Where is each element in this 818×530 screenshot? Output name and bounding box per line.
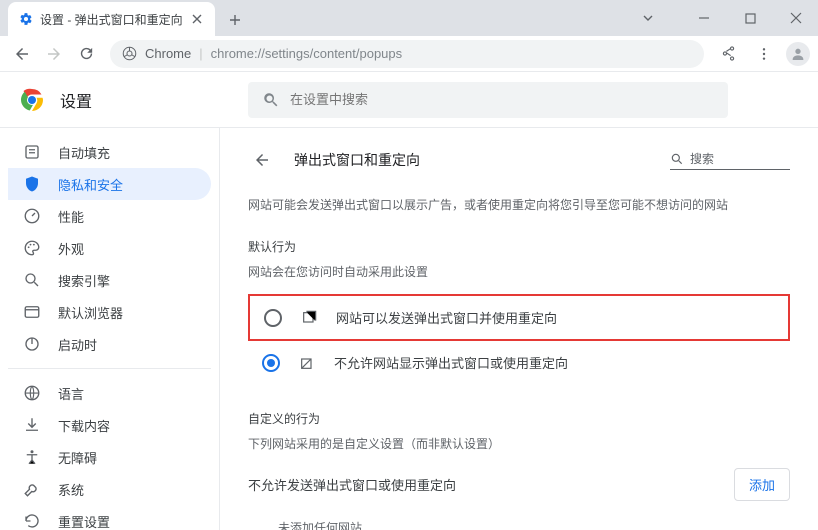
sidebar-item-performance[interactable]: 性能 bbox=[8, 200, 211, 232]
share-icon[interactable] bbox=[714, 40, 742, 68]
radio-button-checked[interactable] bbox=[262, 354, 280, 372]
palette-icon bbox=[22, 238, 42, 258]
empty-list-text: 未添加任何网站 bbox=[248, 519, 790, 530]
content-back-button[interactable] bbox=[248, 146, 276, 174]
sidebar-label: 性能 bbox=[58, 207, 84, 226]
back-button[interactable] bbox=[8, 40, 36, 68]
window-titlebar: 设置 - 弹出式窗口和重定向 bbox=[0, 0, 818, 36]
sidebar-item-reset[interactable]: 重置设置 bbox=[8, 505, 211, 530]
sidebar-item-search-engine[interactable]: 搜索引擎 bbox=[8, 264, 211, 296]
settings-content: 弹出式窗口和重定向 搜索 网站可能会发送弹出式窗口以展示广告，或者使用重定向将您… bbox=[220, 128, 818, 530]
radio-allow-popups[interactable]: 网站可以发送弹出式窗口并使用重定向 bbox=[248, 294, 790, 341]
forward-button[interactable] bbox=[40, 40, 68, 68]
radio-allow-label: 网站可以发送弹出式窗口并使用重定向 bbox=[336, 308, 557, 327]
chevron-down-icon[interactable] bbox=[634, 4, 662, 32]
sidebar-label: 外观 bbox=[58, 239, 84, 258]
reset-icon bbox=[22, 511, 42, 530]
close-icon[interactable] bbox=[189, 11, 205, 27]
sidebar-divider bbox=[8, 368, 211, 369]
add-site-button[interactable]: 添加 bbox=[734, 468, 790, 501]
settings-search-input[interactable] bbox=[290, 92, 714, 107]
close-window-button[interactable] bbox=[782, 4, 810, 32]
url-separator: | bbox=[199, 46, 202, 61]
search-icon bbox=[670, 152, 684, 166]
accessibility-icon bbox=[22, 447, 42, 467]
settings-header: 设置 bbox=[0, 72, 818, 128]
sidebar-item-accessibility[interactable]: 无障碍 bbox=[8, 441, 211, 473]
content-search[interactable]: 搜索 bbox=[670, 150, 790, 170]
sidebar-item-startup[interactable]: 启动时 bbox=[8, 328, 211, 360]
sidebar-item-system[interactable]: 系统 bbox=[8, 473, 211, 505]
popup-allow-icon bbox=[300, 309, 318, 327]
sidebar-label: 自动填充 bbox=[58, 143, 110, 162]
maximize-button[interactable] bbox=[736, 4, 764, 32]
minimize-button[interactable] bbox=[690, 4, 718, 32]
chrome-icon bbox=[122, 46, 137, 61]
sidebar-label: 无障碍 bbox=[58, 448, 97, 467]
autofill-icon bbox=[22, 142, 42, 162]
popup-block-icon bbox=[298, 354, 316, 372]
sidebar-label: 重置设置 bbox=[58, 512, 110, 530]
sidebar-label: 搜索引擎 bbox=[58, 271, 110, 290]
custom-behavior-sub: 下列网站采用的是自定义设置（而非默认设置） bbox=[248, 435, 790, 452]
menu-icon[interactable] bbox=[750, 40, 778, 68]
shield-icon bbox=[22, 174, 42, 194]
search-icon bbox=[262, 91, 280, 109]
sidebar-label: 默认浏览器 bbox=[58, 303, 123, 322]
browser-tab[interactable]: 设置 - 弹出式窗口和重定向 bbox=[8, 2, 215, 36]
power-icon bbox=[22, 334, 42, 354]
default-behavior-label: 默认行为 bbox=[248, 238, 790, 255]
gear-icon bbox=[18, 11, 34, 27]
radio-block-label: 不允许网站显示弹出式窗口或使用重定向 bbox=[334, 353, 568, 372]
reload-button[interactable] bbox=[72, 40, 100, 68]
block-section-label: 不允许发送弹出式窗口或使用重定向 bbox=[248, 475, 456, 494]
sidebar-item-autofill[interactable]: 自动填充 bbox=[8, 136, 211, 168]
page-title: 弹出式窗口和重定向 bbox=[294, 150, 652, 170]
settings-search[interactable] bbox=[248, 82, 728, 118]
url-path: chrome://settings/content/popups bbox=[211, 46, 403, 61]
sidebar-label: 隐私和安全 bbox=[58, 175, 123, 194]
window-controls bbox=[634, 0, 818, 36]
new-tab-button[interactable] bbox=[221, 6, 249, 34]
sidebar-label: 语言 bbox=[58, 384, 84, 403]
page-description: 网站可能会发送弹出式窗口以展示广告，或者使用重定向将您引导至您可能不想访问的网站 bbox=[248, 196, 790, 214]
tab-title: 设置 - 弹出式窗口和重定向 bbox=[40, 11, 183, 28]
wrench-icon bbox=[22, 479, 42, 499]
default-behavior-sub: 网站会在您访问时自动采用此设置 bbox=[248, 263, 790, 280]
content-search-label: 搜索 bbox=[690, 150, 714, 167]
radio-button-unchecked[interactable] bbox=[264, 309, 282, 327]
address-bar: Chrome | chrome://settings/content/popup… bbox=[0, 36, 818, 72]
sidebar-item-downloads[interactable]: 下载内容 bbox=[8, 409, 211, 441]
sidebar-item-language[interactable]: 语言 bbox=[8, 377, 211, 409]
globe-icon bbox=[22, 383, 42, 403]
radio-block-popups[interactable]: 不允许网站显示弹出式窗口或使用重定向 bbox=[248, 341, 790, 384]
sidebar-item-appearance[interactable]: 外观 bbox=[8, 232, 211, 264]
sidebar-item-default-browser[interactable]: 默认浏览器 bbox=[8, 296, 211, 328]
search-icon bbox=[22, 270, 42, 290]
custom-behavior-label: 自定义的行为 bbox=[248, 410, 790, 427]
url-origin: Chrome bbox=[145, 46, 191, 61]
performance-icon bbox=[22, 206, 42, 226]
settings-sidebar: 自动填充 隐私和安全 性能 外观 搜索引擎 默认浏览器 启动时 语言 bbox=[0, 128, 220, 530]
sidebar-label: 系统 bbox=[58, 480, 84, 499]
chrome-logo bbox=[20, 88, 44, 112]
sidebar-label: 下载内容 bbox=[58, 416, 110, 435]
profile-avatar[interactable] bbox=[786, 42, 810, 66]
download-icon bbox=[22, 415, 42, 435]
sidebar-label: 启动时 bbox=[58, 335, 97, 354]
url-input[interactable]: Chrome | chrome://settings/content/popup… bbox=[110, 40, 704, 68]
browser-icon bbox=[22, 302, 42, 322]
settings-title: 设置 bbox=[60, 88, 92, 112]
sidebar-item-privacy[interactable]: 隐私和安全 bbox=[8, 168, 211, 200]
